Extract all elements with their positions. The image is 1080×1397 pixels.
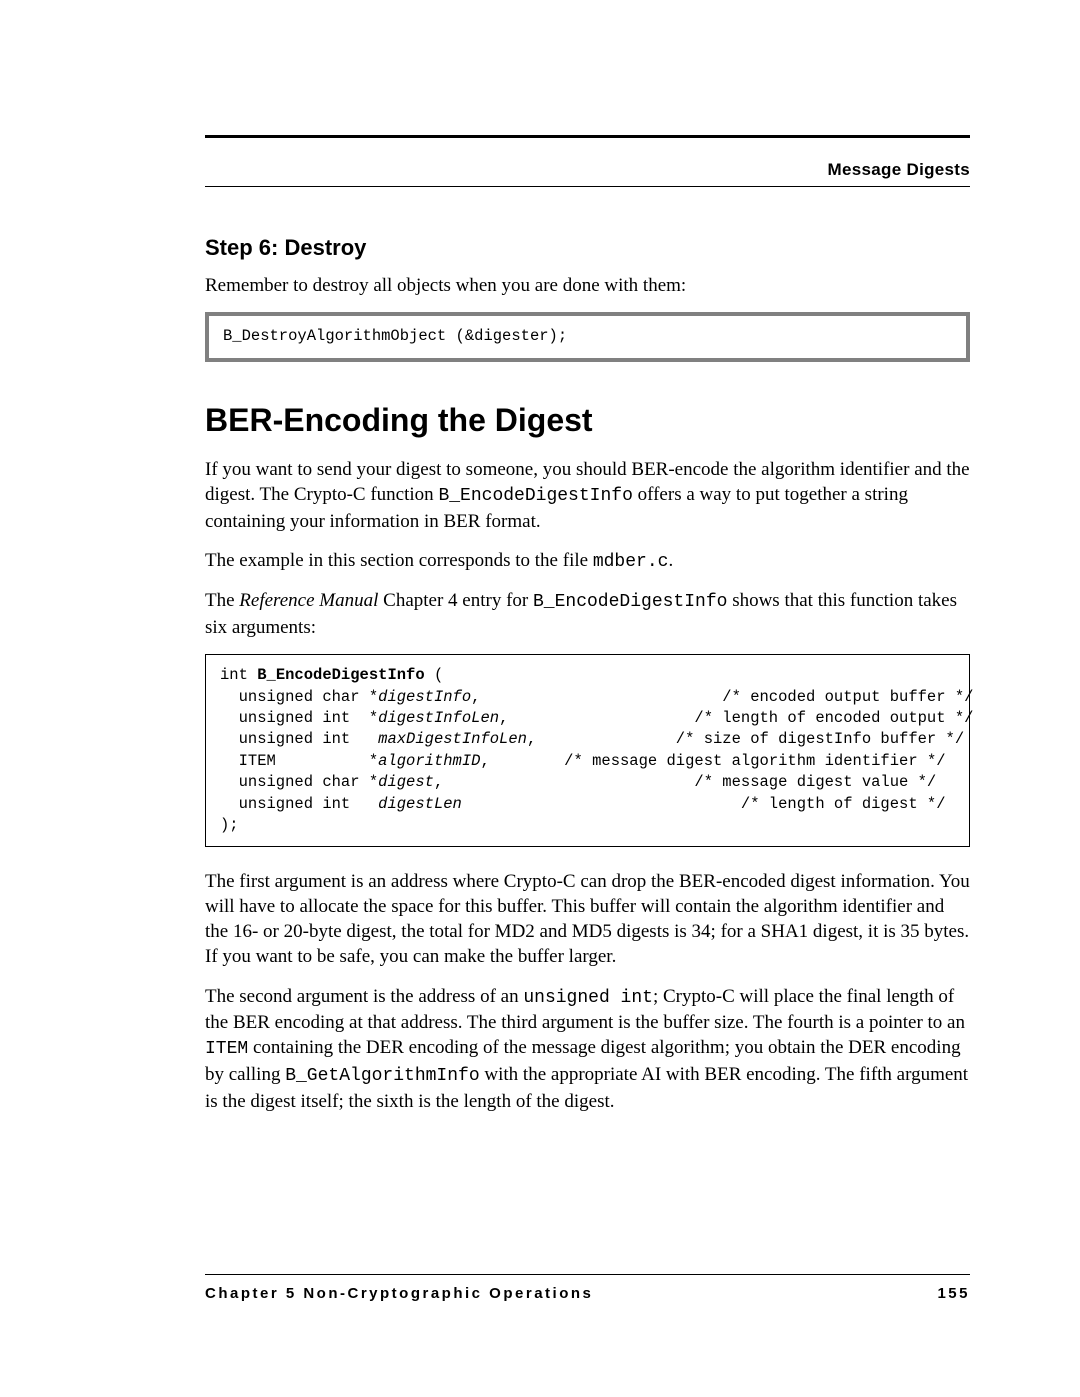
sig: ITEM * xyxy=(220,752,378,770)
top-rule xyxy=(205,135,970,138)
inline-code: B_EncodeDigestInfo xyxy=(438,486,632,506)
text: Chapter 4 entry for xyxy=(378,590,533,611)
text: The second argument is the address of an xyxy=(205,986,523,1007)
footer-page-number: 155 xyxy=(937,1285,970,1302)
footer-chapter: Chapter 5 Non-Cryptographic Operations xyxy=(205,1285,593,1302)
sig: int xyxy=(220,666,257,684)
sig-param: digestLen xyxy=(378,795,462,813)
sig: unsigned int xyxy=(220,795,378,813)
sig: , /* size of digestInfo buffer */ xyxy=(527,730,964,748)
footer-rule xyxy=(205,1274,970,1275)
sig: ); xyxy=(220,816,239,834)
section-p5: The second argument is the address of an… xyxy=(205,984,970,1114)
text: The xyxy=(205,590,239,611)
sig: unsigned char * xyxy=(220,688,378,706)
section-p3: The Reference Manual Chapter 4 entry for… xyxy=(205,588,970,640)
inline-code: ITEM xyxy=(205,1039,248,1059)
sig-param: maxDigestInfoLen xyxy=(378,730,527,748)
sig-param: digestInfo xyxy=(378,688,471,706)
sig: unsigned char * xyxy=(220,773,378,791)
sig: , /* length of encoded output */ xyxy=(499,709,973,727)
sig-param: digest xyxy=(378,773,434,791)
sig: , /* message digest algorithm identifier… xyxy=(480,752,945,770)
sig: /* length of digest */ xyxy=(462,795,946,813)
italic-text: Reference Manual xyxy=(239,590,378,611)
text: . xyxy=(668,550,673,571)
header-rule xyxy=(205,186,970,187)
page-footer: Chapter 5 Non-Cryptographic Operations 1… xyxy=(205,1274,970,1302)
inline-code: B_GetAlgorithmInfo xyxy=(285,1066,479,1086)
sig: , /* encoded output buffer */ xyxy=(471,688,973,706)
sig-param: digestInfoLen xyxy=(378,709,499,727)
inline-code: unsigned int xyxy=(523,988,653,1008)
code-destroy: B_DestroyAlgorithmObject (&digester); xyxy=(205,312,970,362)
sig-funcname: B_EncodeDigestInfo xyxy=(257,666,424,684)
step-intro: Remember to destroy all objects when you… xyxy=(205,273,970,298)
step-heading: Step 6: Destroy xyxy=(205,235,970,261)
section-heading: BER-Encoding the Digest xyxy=(205,402,970,439)
sig-param: algorithmID xyxy=(378,752,480,770)
inline-code: mdber.c xyxy=(593,552,669,572)
sig: unsigned int * xyxy=(220,709,378,727)
inline-code: B_EncodeDigestInfo xyxy=(533,592,727,612)
section-p4: The first argument is an address where C… xyxy=(205,869,970,969)
sig: unsigned int xyxy=(220,730,378,748)
code-signature: int B_EncodeDigestInfo ( unsigned char *… xyxy=(205,654,970,847)
section-p1: If you want to send your digest to someo… xyxy=(205,457,970,534)
text: The example in this section corresponds … xyxy=(205,550,593,571)
running-header: Message Digests xyxy=(205,160,970,180)
section-p2: The example in this section corresponds … xyxy=(205,548,970,575)
sig: ( xyxy=(425,666,444,684)
sig: , /* message digest value */ xyxy=(434,773,936,791)
page: Message Digests Step 6: Destroy Remember… xyxy=(0,0,1080,1397)
